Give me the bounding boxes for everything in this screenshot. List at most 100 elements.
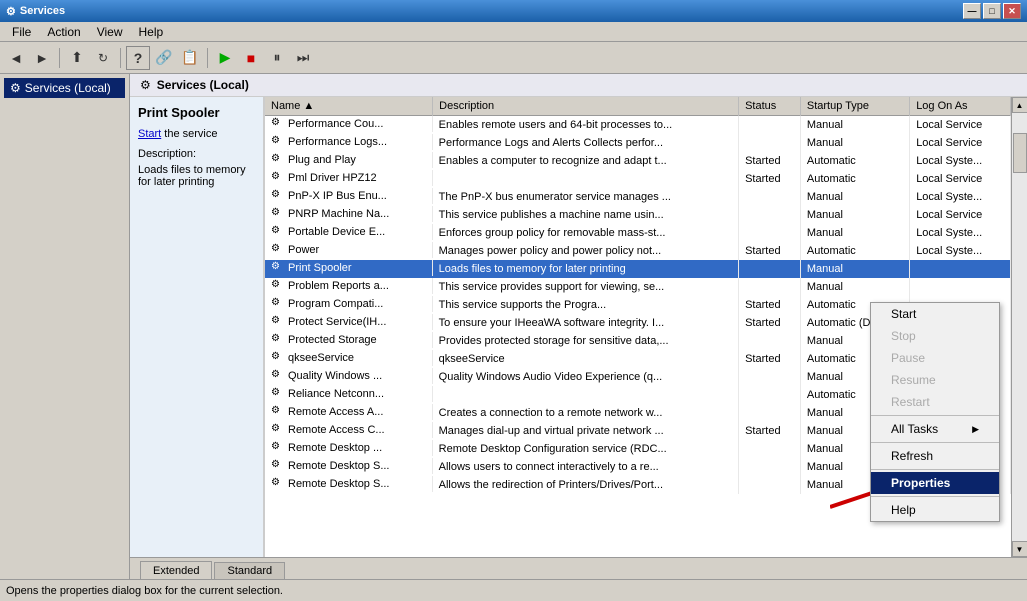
cell-description: Enforces group policy for removable mass… bbox=[433, 224, 739, 242]
minimize-button[interactable]: — bbox=[963, 3, 981, 19]
service-icon: ⚙ bbox=[271, 261, 285, 275]
context-menu-item-refresh[interactable]: Refresh bbox=[871, 445, 999, 467]
cell-name: ⚙Remote Access A... bbox=[265, 404, 433, 420]
table-row[interactable]: ⚙Plug and PlayEnables a computer to reco… bbox=[265, 152, 1011, 170]
export-button[interactable]: 🔗 bbox=[152, 46, 176, 70]
table-row[interactable]: ⚙Portable Device E...Enforces group poli… bbox=[265, 224, 1011, 242]
window-icon: ⚙ bbox=[6, 5, 16, 18]
cell-name: ⚙Remote Desktop ... bbox=[265, 440, 433, 456]
skip-button[interactable]: ⏭ bbox=[291, 46, 315, 70]
table-header: Name ▲ Description Status Startup Type L… bbox=[265, 97, 1011, 116]
up-button[interactable]: ⬆ bbox=[65, 46, 89, 70]
table-row[interactable]: ⚙PnP-X IP Bus Enu...The PnP-X bus enumer… bbox=[265, 188, 1011, 206]
context-menu-item-help[interactable]: Help bbox=[871, 499, 999, 521]
col-logon[interactable]: Log On As bbox=[910, 97, 1011, 116]
play-button[interactable]: ▶ bbox=[213, 46, 237, 70]
start-service-link[interactable]: Start bbox=[138, 128, 161, 140]
cell-logon: Local Service bbox=[910, 206, 1011, 224]
context-menu-item-properties[interactable]: Properties bbox=[871, 472, 999, 494]
forward-button[interactable]: ► bbox=[30, 46, 54, 70]
cell-description: Allows users to connect interactively to… bbox=[433, 458, 739, 476]
toolbar-sep-1 bbox=[59, 48, 60, 68]
cell-logon bbox=[910, 260, 1011, 278]
sidebar-item-services-local[interactable]: ⚙ Services (Local) bbox=[4, 78, 125, 98]
cell-logon: Local Syste... bbox=[910, 224, 1011, 242]
context-menu-item-all-tasks[interactable]: All Tasks▶ bbox=[871, 418, 999, 440]
menu-file[interactable]: File bbox=[4, 23, 39, 41]
maximize-button[interactable]: □ bbox=[983, 3, 1001, 19]
col-status[interactable]: Status bbox=[739, 97, 801, 116]
scroll-track[interactable] bbox=[1012, 113, 1027, 541]
cell-name: ⚙Remote Access C... bbox=[265, 422, 433, 438]
scroll-thumb[interactable] bbox=[1013, 133, 1027, 173]
cell-description: This service provides support for viewin… bbox=[433, 278, 739, 296]
cell-description: Loads files to memory for later printing bbox=[433, 260, 739, 278]
table-row[interactable]: ⚙Problem Reports a...This service provid… bbox=[265, 278, 1011, 296]
tab-standard[interactable]: Standard bbox=[214, 562, 285, 579]
cell-status bbox=[739, 404, 801, 422]
back-button[interactable]: ◄ bbox=[4, 46, 28, 70]
service-icon: ⚙ bbox=[271, 423, 285, 437]
cell-name: ⚙Power bbox=[265, 242, 433, 258]
cell-startup: Manual bbox=[800, 206, 909, 224]
cell-status bbox=[739, 278, 801, 296]
close-button[interactable]: ✕ bbox=[1003, 3, 1021, 19]
table-row[interactable]: ⚙Pml Driver HPZ12StartedAutomaticLocal S… bbox=[265, 170, 1011, 188]
menu-view[interactable]: View bbox=[89, 23, 131, 41]
service-icon: ⚙ bbox=[271, 207, 285, 221]
content-header-icon: ⚙ bbox=[140, 78, 151, 92]
cell-description: To ensure your IHeeaWA software integrit… bbox=[433, 314, 739, 332]
context-menu-item-start[interactable]: Start bbox=[871, 303, 999, 325]
cell-status: Started bbox=[739, 152, 801, 170]
context-menu-item-restart: Restart bbox=[871, 391, 999, 413]
context-menu: StartStopPauseResumeRestartAll Tasks▶Ref… bbox=[870, 302, 1000, 522]
table-row[interactable]: ⚙Performance Cou...Enables remote users … bbox=[265, 116, 1011, 134]
cell-description: Allows the redirection of Printers/Drive… bbox=[433, 476, 739, 494]
service-icon: ⚙ bbox=[271, 315, 285, 329]
table-row[interactable]: ⚙PNRP Machine Na...This service publishe… bbox=[265, 206, 1011, 224]
table-row[interactable]: ⚙Print SpoolerLoads files to memory for … bbox=[265, 260, 1011, 278]
menu-help[interactable]: Help bbox=[131, 23, 172, 41]
refresh-button[interactable]: ↻ bbox=[91, 46, 115, 70]
vertical-scrollbar[interactable]: ▲ ▼ bbox=[1011, 97, 1027, 557]
table-row[interactable]: ⚙Performance Logs...Performance Logs and… bbox=[265, 134, 1011, 152]
cell-status: Started bbox=[739, 350, 801, 368]
service-icon: ⚙ bbox=[271, 225, 285, 239]
cell-status bbox=[739, 476, 801, 494]
cell-status: Started bbox=[739, 422, 801, 440]
scroll-down-button[interactable]: ▼ bbox=[1012, 541, 1027, 557]
cell-status bbox=[739, 386, 801, 404]
cell-name: ⚙PNRP Machine Na... bbox=[265, 206, 433, 222]
scroll-up-button[interactable]: ▲ bbox=[1012, 97, 1027, 113]
status-text: Opens the properties dialog box for the … bbox=[6, 585, 283, 597]
cell-description: Creates a connection to a remote network… bbox=[433, 404, 739, 422]
cell-name: ⚙Print Spooler bbox=[265, 260, 433, 276]
table-row[interactable]: ⚙PowerManages power policy and power pol… bbox=[265, 242, 1011, 260]
cell-description: Provides protected storage for sensitive… bbox=[433, 332, 739, 350]
cell-description: Quality Windows Audio Video Experience (… bbox=[433, 368, 739, 386]
cell-name: ⚙Reliance Netconn... bbox=[265, 386, 433, 402]
cell-logon: Local Service bbox=[910, 134, 1011, 152]
context-menu-sep-11 bbox=[871, 496, 999, 497]
cell-status: Started bbox=[739, 296, 801, 314]
col-description[interactable]: Description bbox=[433, 97, 739, 116]
tab-extended[interactable]: Extended bbox=[140, 561, 212, 579]
col-startup[interactable]: Startup Type bbox=[800, 97, 909, 116]
cell-name: ⚙PnP-X IP Bus Enu... bbox=[265, 188, 433, 204]
cell-description: The PnP-X bus enumerator service manages… bbox=[433, 188, 739, 206]
toolbar: ◄ ► ⬆ ↻ ? 🔗 📋 ▶ ■ ⏸ ⏭ bbox=[0, 42, 1027, 74]
context-menu-sep-7 bbox=[871, 442, 999, 443]
cell-status: Started bbox=[739, 242, 801, 260]
cell-startup: Automatic bbox=[800, 152, 909, 170]
service-icon: ⚙ bbox=[271, 189, 285, 203]
cell-description: Enables a computer to recognize and adap… bbox=[433, 152, 739, 170]
col-name[interactable]: Name ▲ bbox=[265, 97, 433, 116]
pause-button[interactable]: ⏸ bbox=[265, 46, 289, 70]
stop-button[interactable]: ■ bbox=[239, 46, 263, 70]
help-button[interactable]: ? bbox=[126, 46, 150, 70]
menu-action[interactable]: Action bbox=[39, 23, 88, 41]
properties-button[interactable]: 📋 bbox=[178, 46, 202, 70]
cell-startup: Manual bbox=[800, 224, 909, 242]
service-icon: ⚙ bbox=[271, 333, 285, 347]
service-icon: ⚙ bbox=[271, 171, 285, 185]
